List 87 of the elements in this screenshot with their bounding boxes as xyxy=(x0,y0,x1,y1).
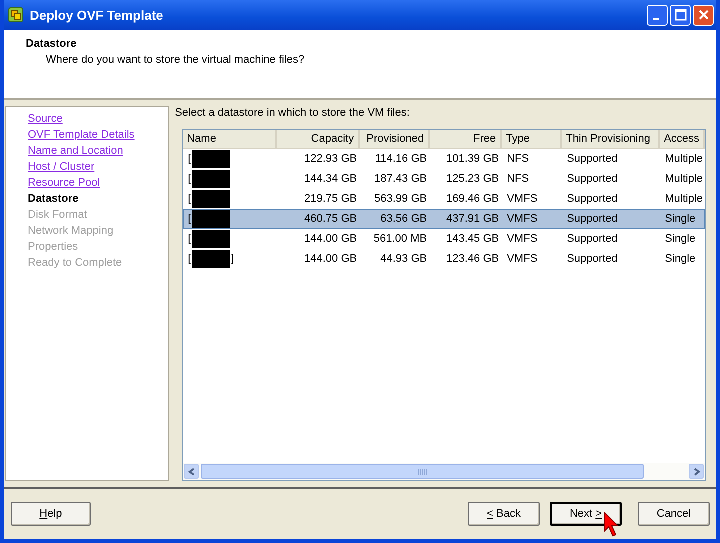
table-row[interactable]: [ 122.93 GB 114.16 GB 101.39 GB NFS Supported Multiple xyxy=(183,149,705,169)
step-label: Properties xyxy=(28,240,80,255)
table-cell: Supported xyxy=(567,253,618,265)
table-cell: VMFS xyxy=(507,213,538,225)
maximize-icon xyxy=(674,9,686,21)
table-cell: 114.16 GB xyxy=(375,153,428,165)
table-cell: 460.75 GB xyxy=(304,213,358,225)
table-cell: [ xyxy=(188,233,192,245)
table-cell: 187.43 GB xyxy=(374,173,428,185)
instruction-text: Select a datastore in which to store the VM files: xyxy=(175,106,411,121)
table-cell: VMFS xyxy=(507,193,538,205)
table-cell: NFS xyxy=(507,173,530,185)
table-cell: 144.34 GB xyxy=(304,173,358,185)
table-cell: Supported xyxy=(567,153,618,165)
step-link[interactable]: Resource Pool xyxy=(28,175,168,191)
table-cell: Multiple xyxy=(665,173,703,185)
horizontal-scrollbar[interactable] xyxy=(183,463,705,480)
step-label: Network Mapping xyxy=(28,224,115,239)
table-cell: 563.99 GB xyxy=(374,193,428,205)
table-cell: [ xyxy=(188,253,192,265)
column-header[interactable]: Provisioned xyxy=(360,130,430,148)
scroll-left-button[interactable] xyxy=(184,464,200,479)
column-header[interactable]: Name xyxy=(183,130,278,148)
page-subtitle: Where do you want to store the virtual machine files? xyxy=(46,54,306,66)
close-icon xyxy=(698,9,710,21)
table-cell: NFS xyxy=(507,153,530,165)
app-icon xyxy=(8,7,24,23)
table-cell: VMFS xyxy=(507,233,538,245)
table-cell: Supported xyxy=(567,233,618,245)
maximize-button[interactable] xyxy=(670,4,691,26)
mouse-pointer-icon xyxy=(604,512,622,538)
close-button[interactable] xyxy=(693,4,714,26)
step-label: Disk Format xyxy=(28,208,88,223)
wizard-button[interactable]: Help xyxy=(11,502,91,526)
table-cell: [ xyxy=(188,193,192,205)
grip-icon xyxy=(418,468,428,474)
table-cell: ] xyxy=(231,253,234,265)
window-title: Deploy OVF Template xyxy=(30,8,164,22)
table-cell: Single xyxy=(665,253,696,265)
table-row[interactable]: [ 219.75 GB 563.99 GB 169.46 GB VMFS Supported Multiple xyxy=(183,189,705,209)
table-cell: 561.00 MB xyxy=(374,233,428,245)
table-cell: Multiple xyxy=(665,193,703,205)
minimize-icon xyxy=(652,18,658,20)
column-header[interactable]: Access xyxy=(660,130,705,148)
table-cell: 123.46 GB xyxy=(446,253,500,265)
table-cell: VMFS xyxy=(507,253,538,265)
column-header[interactable]: Free xyxy=(430,130,502,148)
table-cell: Supported xyxy=(567,193,618,205)
column-header[interactable]: Type xyxy=(502,130,562,148)
table-cell: 63.56 GB xyxy=(380,213,428,225)
scroll-right-button[interactable] xyxy=(689,464,704,479)
table-cell: Multiple xyxy=(665,153,703,165)
table-cell: [ xyxy=(188,173,192,185)
table-cell: 44.93 GB xyxy=(380,253,428,265)
table-cell: [ xyxy=(188,213,192,225)
column-header[interactable]: Capacity xyxy=(277,130,360,148)
table-cell: Supported xyxy=(567,173,618,185)
page-title: Datastore xyxy=(26,38,78,50)
table-cell: 144.00 GB xyxy=(304,253,358,265)
table-cell: 169.46 GB xyxy=(446,193,500,205)
table-row[interactable]: [ 144.34 GB 187.43 GB 125.23 GB NFS Supported Multiple xyxy=(183,169,705,189)
column-header[interactable]: Thin Provisioning xyxy=(562,130,660,148)
table-cell: Supported xyxy=(567,213,618,225)
table-cell: 437.91 GB xyxy=(446,213,500,225)
table-cell: 125.23 GB xyxy=(446,173,500,185)
table-cell: 219.75 GB xyxy=(304,193,358,205)
step-link[interactable]: OVF Template Details xyxy=(28,127,168,143)
wizard-button[interactable]: Cancel xyxy=(638,502,710,526)
table-cell: 122.93 GB xyxy=(304,153,358,165)
step-label: Ready to Complete xyxy=(28,256,124,271)
step-link[interactable]: Source xyxy=(28,111,168,127)
minimize-button[interactable] xyxy=(647,4,668,26)
wizard-button[interactable]: < Back xyxy=(468,502,540,526)
selected-row[interactable]: [ 460.75 GB 63.56 GB 437.91 GB VMFS Supported Single xyxy=(183,209,705,229)
table-row[interactable]: [ 144.00 GB 561.00 MB 143.45 GB VMFS Supported Single xyxy=(183,229,705,249)
table-cell: Single xyxy=(665,213,696,225)
step-label: Datastore xyxy=(28,192,80,207)
table-row[interactable]: [ ] 144.00 GB 44.93 GB 123.46 GB VMFS Supported Single xyxy=(183,249,705,269)
table-cell: 101.39 GB xyxy=(446,153,500,165)
scrollbar-thumb[interactable] xyxy=(201,464,644,479)
table-cell: 144.00 GB xyxy=(304,233,358,245)
table-cell: Single xyxy=(665,233,696,245)
table-cell: 143.45 GB xyxy=(446,233,500,245)
step-link[interactable]: Host / Cluster xyxy=(28,159,168,175)
table-cell: [ xyxy=(188,153,192,165)
step-link[interactable]: Name and Location xyxy=(28,143,168,159)
wizard-button[interactable]: Next > xyxy=(550,502,622,526)
